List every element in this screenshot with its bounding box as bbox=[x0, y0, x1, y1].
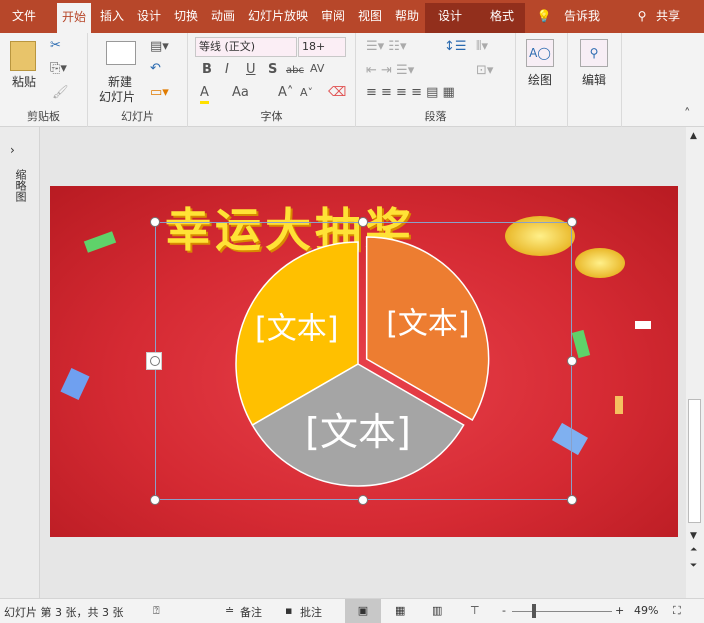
tab-format[interactable]: 格式 bbox=[482, 0, 522, 33]
format-painter-icon[interactable]: 🖌 bbox=[52, 85, 69, 101]
ribbon-tabs: 文件 开始 插入 设计 切换 动画 幻灯片放映 审阅 视图 帮助 设计 格式 💡… bbox=[0, 0, 704, 33]
notes-button[interactable]: 备注 bbox=[240, 604, 262, 620]
vertical-scrollbar[interactable]: ▲ ▼ ⏶ ⏷ bbox=[686, 127, 704, 598]
comments-button[interactable]: 批注 bbox=[300, 604, 322, 620]
zoom-in-button[interactable]: + bbox=[615, 604, 624, 617]
spelling-icon[interactable]: ⍰ bbox=[153, 604, 160, 618]
layout-icon[interactable]: ▤▾ bbox=[150, 39, 169, 55]
cut-icon[interactable]: ✂ bbox=[50, 38, 61, 54]
find-icon[interactable]: ⚲ bbox=[580, 39, 608, 67]
status-bar: 幻灯片 第 3 张，共 3 张 ⍰ ≐ 备注 ▪ 批注 ▣ ▦ ▥ ⊤ - + … bbox=[0, 598, 704, 623]
tell-me-button[interactable]: 告诉我 bbox=[560, 0, 604, 33]
scroll-up-icon[interactable]: ▲ bbox=[690, 131, 697, 141]
clear-formatting-icon[interactable]: ⌫ bbox=[328, 85, 346, 101]
shadow-button[interactable]: S bbox=[268, 62, 277, 78]
paragraph-label: 段落 bbox=[424, 110, 447, 123]
font-color-button[interactable]: A bbox=[200, 85, 209, 104]
slide-info: 幻灯片 第 3 张，共 3 张 bbox=[4, 606, 124, 619]
tab-shape-design[interactable]: 设计 bbox=[430, 0, 470, 33]
drawing-button[interactable]: 绘图 bbox=[528, 71, 552, 88]
decrease-font-icon[interactable]: A˅ bbox=[300, 85, 313, 101]
tab-slideshow[interactable]: 幻灯片放映 bbox=[243, 0, 313, 33]
fit-slide-icon[interactable]: ⛶ bbox=[673, 604, 681, 618]
font-name-select[interactable]: 等线 (正文) bbox=[195, 37, 297, 57]
resize-handle[interactable] bbox=[150, 217, 160, 227]
tab-review[interactable]: 审阅 bbox=[316, 0, 350, 33]
paste-icon[interactable] bbox=[10, 41, 36, 71]
resize-handle[interactable] bbox=[358, 217, 368, 227]
paste-button[interactable]: 粘贴 bbox=[12, 73, 36, 90]
tab-animations[interactable]: 动画 bbox=[206, 0, 240, 33]
font-label: 字体 bbox=[260, 110, 283, 123]
bold-button[interactable]: B bbox=[202, 62, 212, 78]
italic-button[interactable]: I bbox=[225, 62, 229, 78]
next-slide-icon[interactable]: ⏷ bbox=[690, 561, 697, 571]
resize-handle[interactable] bbox=[358, 495, 368, 505]
reading-view-button[interactable]: ▥ bbox=[432, 604, 442, 617]
group-paragraph: ☰▾ ☷▾ ↕☰ ⫴▾ ⇤ ⇥ ☰▾ ⊡▾ ≡ ≡ ≡ ≡ ▤ ▦ 段落 bbox=[356, 33, 516, 127]
align-text-icon[interactable]: ⊡▾ bbox=[476, 63, 493, 79]
tab-transitions[interactable]: 切换 bbox=[169, 0, 203, 33]
notes-icon: ≐ bbox=[225, 604, 235, 617]
zoom-level[interactable]: 49% bbox=[634, 604, 658, 617]
character-spacing-button[interactable]: AV bbox=[310, 61, 324, 77]
normal-view-button[interactable]: ▣ bbox=[345, 599, 381, 623]
group-font: 等线 (正文) 18+ B I U S abc AV A Aa A˄ A˅ ⌫ … bbox=[188, 33, 356, 127]
copy-icon[interactable]: ⎘▾ bbox=[50, 61, 67, 77]
group-slides: 新建 幻灯片 ▤▾ ↶ ▭▾ 幻灯片 bbox=[88, 33, 188, 127]
previous-slide-icon[interactable]: ⏶ bbox=[690, 545, 697, 555]
scrollbar-thumb[interactable] bbox=[688, 399, 701, 523]
tab-insert[interactable]: 插入 bbox=[95, 0, 129, 33]
expand-pane-icon[interactable]: › bbox=[10, 143, 15, 157]
comments-icon: ▪ bbox=[285, 604, 293, 617]
zoom-slider-thumb[interactable] bbox=[531, 604, 536, 618]
bullets-icon[interactable]: ☰▾ ☷▾ bbox=[366, 39, 407, 55]
selection-frame bbox=[155, 222, 572, 500]
slides-label: 幻灯片 bbox=[121, 110, 154, 123]
group-drawing: A◯ 绘图 bbox=[516, 33, 568, 127]
tab-help[interactable]: 帮助 bbox=[390, 0, 424, 33]
line-spacing-icon[interactable]: ↕☰ bbox=[444, 39, 467, 55]
person-icon: ⚲ bbox=[637, 9, 647, 23]
text-direction-icon[interactable]: ⫴▾ bbox=[476, 39, 488, 55]
collapse-ribbon-icon[interactable]: ˄ bbox=[684, 107, 691, 123]
lightbulb-icon: 💡 bbox=[536, 9, 552, 23]
resize-handle[interactable] bbox=[150, 495, 160, 505]
new-slide-icon[interactable] bbox=[106, 41, 136, 65]
zoom-slider[interactable] bbox=[512, 611, 612, 612]
tab-home[interactable]: 开始 bbox=[57, 3, 91, 33]
strikethrough-button[interactable]: abc bbox=[286, 63, 304, 79]
tab-file[interactable]: 文件 bbox=[4, 0, 44, 33]
tab-view[interactable]: 视图 bbox=[353, 0, 387, 33]
indent-icon[interactable]: ⇤ ⇥ ☰▾ bbox=[366, 63, 414, 79]
section-icon[interactable]: ▭▾ bbox=[150, 85, 169, 101]
resize-handle[interactable] bbox=[150, 356, 160, 366]
ribbon: 粘贴 ✂ ⎘▾ 🖌 剪贴板 新建 幻灯片 ▤▾ ↶ ▭▾ 幻灯片 等线 (正文)… bbox=[0, 33, 704, 127]
shapes-icon[interactable]: A◯ bbox=[526, 39, 554, 67]
increase-font-icon[interactable]: A˄ bbox=[278, 85, 293, 101]
thumbnail-pane-collapsed: › 缩略图 bbox=[0, 127, 40, 598]
slide-sorter-button[interactable]: ▦ bbox=[395, 604, 405, 617]
resize-handle[interactable] bbox=[567, 217, 577, 227]
zoom-out-button[interactable]: - bbox=[502, 604, 506, 617]
thumbnail-label[interactable]: 缩略图 bbox=[12, 169, 28, 202]
editing-button[interactable]: 编辑 bbox=[582, 71, 606, 88]
group-clipboard: 粘贴 ✂ ⎘▾ 🖌 剪贴板 bbox=[0, 33, 88, 127]
share-button[interactable]: 共享 bbox=[652, 0, 684, 33]
new-slide-button[interactable]: 幻灯片 bbox=[99, 88, 135, 105]
change-case-button[interactable]: Aa bbox=[232, 85, 249, 101]
slideshow-button[interactable]: ⊤ bbox=[470, 604, 480, 617]
group-editing: ⚲ 编辑 bbox=[568, 33, 622, 127]
reset-icon[interactable]: ↶ bbox=[150, 61, 161, 77]
underline-button[interactable]: U bbox=[246, 62, 256, 78]
resize-handle[interactable] bbox=[567, 356, 577, 366]
clipboard-label: 剪贴板 bbox=[27, 110, 60, 123]
align-icons[interactable]: ≡ ≡ ≡ ≡ ▤ ▦ bbox=[366, 85, 455, 101]
tab-design[interactable]: 设计 bbox=[132, 0, 166, 33]
resize-handle[interactable] bbox=[567, 495, 577, 505]
font-size-select[interactable]: 18+ bbox=[298, 37, 346, 57]
scroll-down-icon[interactable]: ▼ bbox=[690, 531, 697, 541]
